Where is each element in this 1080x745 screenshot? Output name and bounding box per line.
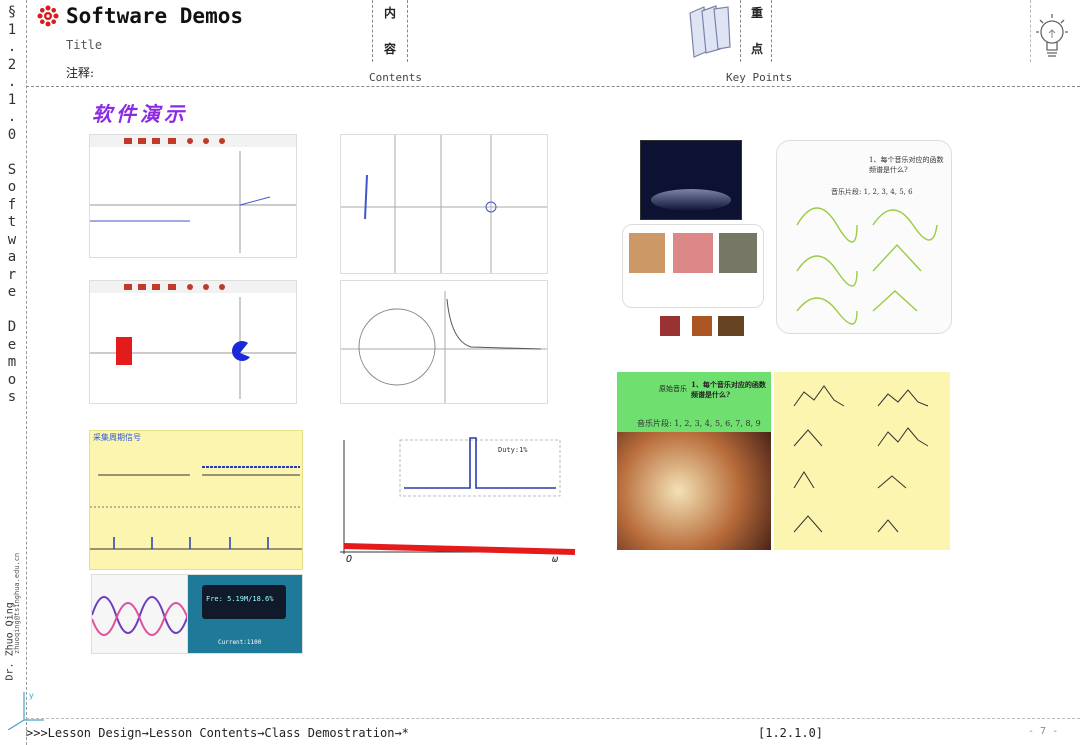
sidebar-title-char: 1 xyxy=(7,91,17,108)
sidebar-title-char: . xyxy=(7,74,17,90)
contents-cn-2: 容 xyxy=(384,42,397,56)
slide-music-spectra-yellow xyxy=(774,372,950,550)
slide-painting xyxy=(617,432,771,550)
contents-label: Contents xyxy=(369,71,422,84)
sidebar-title-char: a xyxy=(7,249,17,265)
demo-screenshot-duty: Duty:1% O ω xyxy=(330,430,580,570)
section-title: Software Demos xyxy=(66,4,244,28)
footer-section-code: [1.2.1.0] xyxy=(758,726,824,740)
sidebar-title-char: S xyxy=(7,161,17,178)
demo-screenshot-2 xyxy=(340,134,548,274)
axis-origin-label: O xyxy=(346,554,353,565)
demo-screenshot-4 xyxy=(340,280,548,404)
author-name: Dr. Zhuo Qing xyxy=(4,602,16,681)
demo-screenshot-1 xyxy=(89,134,297,258)
footer-breadcrumb: >>>Lesson Design→Lesson Contents→Class D… xyxy=(26,726,409,740)
slide-thumb-photos xyxy=(622,224,764,308)
sidebar-title-char: w xyxy=(7,231,17,248)
lightbulb-icon xyxy=(1030,10,1074,66)
keypoints-cn-2: 点 xyxy=(751,42,764,56)
sidebar-title-char: o xyxy=(7,179,17,195)
contents-cn-1: 内 xyxy=(384,6,397,20)
sidebar-title-char: 0 xyxy=(7,126,17,143)
axis-omega-label: ω xyxy=(552,554,559,565)
note-label: 注释: xyxy=(66,66,95,80)
slide-music-green: 原始音乐 1、每个音乐对应的函数频谱是什么? 音乐片段: 1, 2, 3, 4,… xyxy=(617,372,771,432)
demo-screenshot-periodic: 采集周期信号 xyxy=(89,430,303,570)
gear-icon xyxy=(36,5,60,27)
demo-photo-waveform xyxy=(91,574,189,654)
sidebar-title-char: D xyxy=(7,319,17,335)
slide-music-spectra-gray: 1、每个音乐对应的函数频谱是什么? 音乐片段: 1, 2, 3, 4, 5, 6 xyxy=(776,140,952,334)
demo-screenshot-3 xyxy=(89,280,297,404)
sidebar-title-char: s xyxy=(7,389,17,405)
sidebar-title-char: f xyxy=(7,196,17,213)
footer-page-number: - 7 - xyxy=(1028,726,1059,737)
current-display-text: Current:1100 xyxy=(218,639,262,646)
sidebar-title-char: e xyxy=(7,336,17,353)
sidebar-title-char: 1 xyxy=(7,21,17,38)
sidebar-title-char: 2 xyxy=(7,56,17,73)
sidebar-title-char: m xyxy=(7,354,17,370)
sidebar-title-char: o xyxy=(7,371,17,388)
sidebar-title-char xyxy=(4,302,20,320)
sidebar-title-char: t xyxy=(7,214,17,230)
svg-text:y: y xyxy=(29,691,34,700)
demo-photo-device: Fre: 5.19M/18.6% Current:1100 xyxy=(187,574,303,654)
axes-icon: y xyxy=(4,690,44,731)
title-label: Title xyxy=(66,38,103,52)
keypoints-cn-1: 重 xyxy=(751,6,764,20)
sidebar-section-title: § 1. 2. 1. 0 Software Demos xyxy=(4,4,20,407)
music-label: 原始音乐 xyxy=(659,385,687,393)
slide-thumb-dark xyxy=(640,140,742,220)
sidebar-title-char: e xyxy=(7,284,17,300)
sidebar-title-char: r xyxy=(7,266,17,283)
book-icon xyxy=(686,3,734,59)
slide-thumb-small-photos xyxy=(660,316,746,336)
sidebar-title-char: . xyxy=(7,109,17,125)
music-question: 1、每个音乐对应的函数频谱是什么? xyxy=(691,380,766,399)
sidebar-title-char: § xyxy=(7,4,17,20)
periodic-title: 采集周期信号 xyxy=(93,433,141,442)
music-clips: 音乐片段: 1, 2, 3, 4, 5, 6, 7, 8, 9 xyxy=(637,419,761,428)
sidebar-title-char xyxy=(4,144,20,162)
keypoints-label: Key Points xyxy=(726,71,793,84)
freq-display-text: Fre: 5.19M/18.6% xyxy=(206,595,274,603)
sidebar-title-char: . xyxy=(7,39,17,55)
page-heading: 软件演示 xyxy=(92,102,188,126)
duty-label: Duty:1% xyxy=(498,446,528,454)
